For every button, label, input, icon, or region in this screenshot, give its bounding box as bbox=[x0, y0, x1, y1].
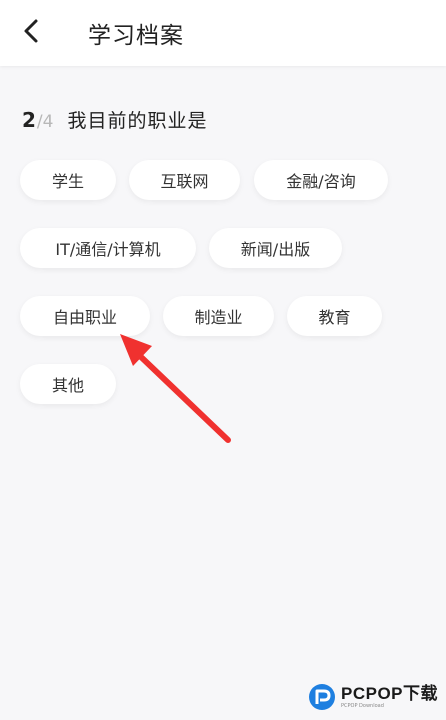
watermark-brand: PCPOP下载 bbox=[341, 684, 439, 703]
annotation-arrow-icon bbox=[120, 334, 231, 443]
watermark-subtext: PCPOP Download bbox=[341, 703, 384, 709]
watermark: PCPOP下载 PCPOP Download bbox=[308, 678, 442, 716]
pcpop-logo-icon bbox=[309, 684, 335, 710]
